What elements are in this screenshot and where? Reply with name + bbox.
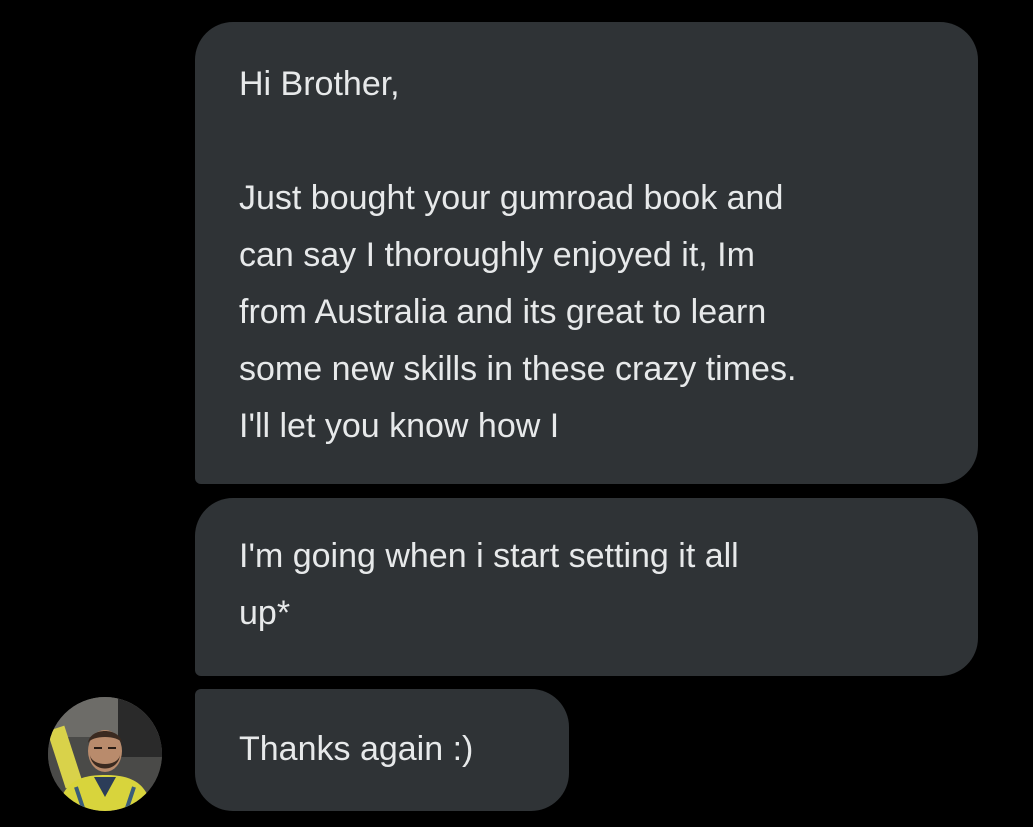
- avatar-photo: [48, 697, 162, 811]
- avatar[interactable]: [48, 697, 162, 811]
- message-line: Just bought your gumroad book and: [239, 179, 784, 217]
- message-line: [239, 113, 938, 170]
- message-bubble[interactable]: Hi Brother, Just bought your gumroad boo…: [195, 22, 978, 484]
- message-line: I'm going when i start setting it all: [239, 537, 739, 575]
- message-bubble[interactable]: I'm going when i start setting it all up…: [195, 498, 978, 676]
- message-bubble[interactable]: Thanks again :): [195, 689, 569, 811]
- message-line: can say I thoroughly enjoyed it, Im: [239, 236, 755, 274]
- message-line: up*: [239, 594, 291, 632]
- message-line: I'll let you know how I: [239, 407, 560, 445]
- message-line: Hi Brother,: [239, 65, 400, 103]
- message-line: Thanks again :): [239, 730, 474, 768]
- message-line: from Australia and its great to learn: [239, 293, 767, 331]
- message-line: some new skills in these crazy times.: [239, 350, 797, 388]
